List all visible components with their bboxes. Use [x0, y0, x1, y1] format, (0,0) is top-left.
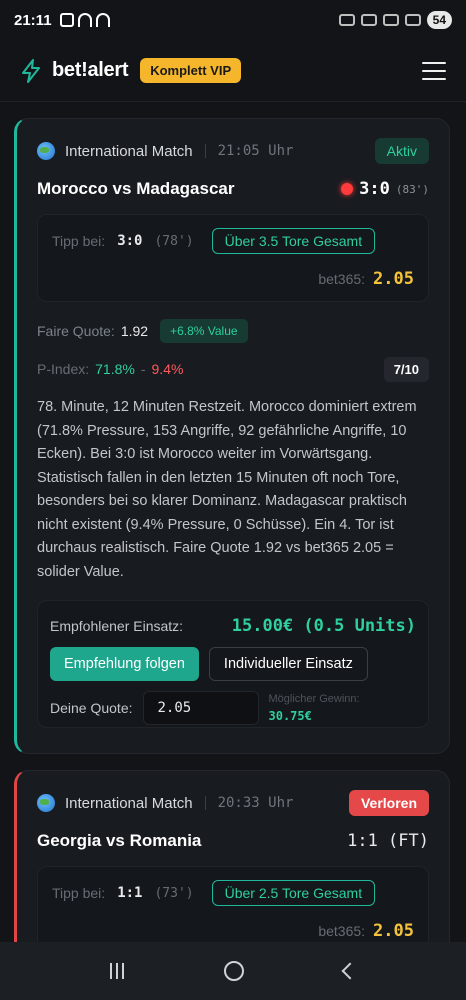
- follow-recommendation-button[interactable]: Empfehlung folgen: [50, 647, 199, 681]
- divider: [204, 144, 206, 158]
- possible-gain-value: 30.75€: [268, 709, 312, 723]
- tip-score: 1:1: [117, 885, 143, 901]
- tip-minute: (73'): [154, 885, 194, 901]
- market-badge: Über 3.5 Tore Gesamt: [211, 228, 376, 254]
- custom-stake-button[interactable]: Individueller Einsatz: [208, 647, 368, 681]
- tip-score: 3:0: [117, 233, 143, 249]
- app-notification-icon: [77, 13, 92, 27]
- notification-icons: [59, 13, 110, 27]
- match-minute: (83'): [395, 182, 429, 196]
- bookmaker-label: bet365:: [318, 923, 366, 939]
- app-notification-icon: [95, 13, 110, 27]
- wifi-icon: [382, 14, 399, 26]
- fair-quote-value: 1.92: [120, 323, 149, 339]
- status-badge: Aktiv: [374, 138, 429, 164]
- live-score: 3:0: [359, 179, 390, 199]
- market-badge: Über 2.5 Tore Gesamt: [211, 880, 376, 906]
- stake-value: 15.00€ (0.5 Units): [231, 616, 416, 636]
- hamburger-menu-icon[interactable]: [422, 61, 446, 80]
- screenshot-icon: [59, 13, 74, 27]
- signal-icon: [404, 14, 421, 26]
- possible-gain-label: Möglicher Gewinn:: [268, 693, 360, 705]
- globe-icon: [37, 142, 55, 160]
- bookmaker-odds: 2.05: [373, 921, 414, 941]
- league-name: International Match: [65, 794, 193, 812]
- rating-badge: 7/10: [383, 356, 429, 382]
- league-name: International Match: [65, 142, 193, 160]
- kickoff-time: 20:33 Uhr: [217, 795, 294, 811]
- bookmaker-label: bet365:: [318, 271, 366, 287]
- pindex-home: 71.8%: [95, 361, 135, 377]
- app-header: bet!alert Komplett VIP: [0, 40, 466, 102]
- pindex-label: P-Index:: [37, 361, 90, 377]
- tip-box: Tipp bei: 3:0 (78') Über 3.5 Tore Gesamt…: [37, 214, 429, 302]
- live-indicator-icon: [341, 183, 354, 195]
- status-badge: Verloren: [348, 790, 429, 816]
- stake-box: Empfohlener Einsatz: 15.00€ (0.5 Units) …: [37, 600, 429, 728]
- stake-label: Empfohlener Einsatz:: [50, 618, 184, 634]
- brand-name: bet!alert: [52, 59, 129, 81]
- tip-box: Tipp bei: 1:1 (73') Über 2.5 Tore Gesamt…: [37, 866, 429, 954]
- kickoff-time: 21:05 Uhr: [217, 143, 294, 159]
- match-title: Morocco vs Madagascar: [37, 179, 235, 198]
- your-quote-label: Deine Quote:: [50, 700, 133, 716]
- value-badge: +6.8% Value: [160, 319, 248, 343]
- fair-quote-label: Faire Quote:: [37, 323, 115, 339]
- home-icon[interactable]: [224, 961, 244, 981]
- key-icon: [338, 14, 355, 26]
- globe-icon: [37, 794, 55, 812]
- your-quote-input[interactable]: 2.05: [142, 691, 259, 725]
- match-title: Georgia vs Romania: [37, 831, 202, 850]
- clock: 21:11: [14, 11, 52, 29]
- pindex-away: 9.4%: [151, 361, 184, 377]
- recent-apps-icon[interactable]: [110, 963, 124, 979]
- battery-indicator: 54: [426, 11, 452, 29]
- status-bar: 21:11 54: [0, 0, 466, 40]
- tip-card: International Match 21:05 Uhr Aktiv Moro…: [14, 118, 450, 754]
- vip-badge[interactable]: Komplett VIP: [140, 58, 242, 83]
- analysis-text: 78. Minute, 12 Minuten Restzeit. Morocco…: [37, 399, 417, 580]
- bookmaker-odds: 2.05: [373, 269, 414, 289]
- mute-icon: [360, 14, 377, 26]
- divider: [204, 796, 206, 810]
- tip-minute: (78'): [154, 233, 194, 249]
- bolt-logo-icon: [22, 58, 40, 83]
- system-navigation-bar: [0, 942, 466, 1000]
- pindex-separator: -: [140, 361, 146, 377]
- back-icon[interactable]: [341, 962, 359, 980]
- final-score: 1:1 (FT): [347, 831, 429, 851]
- system-icons: 54: [338, 11, 452, 29]
- tip-label: Tipp bei:: [52, 885, 106, 901]
- tip-label: Tipp bei:: [52, 233, 106, 249]
